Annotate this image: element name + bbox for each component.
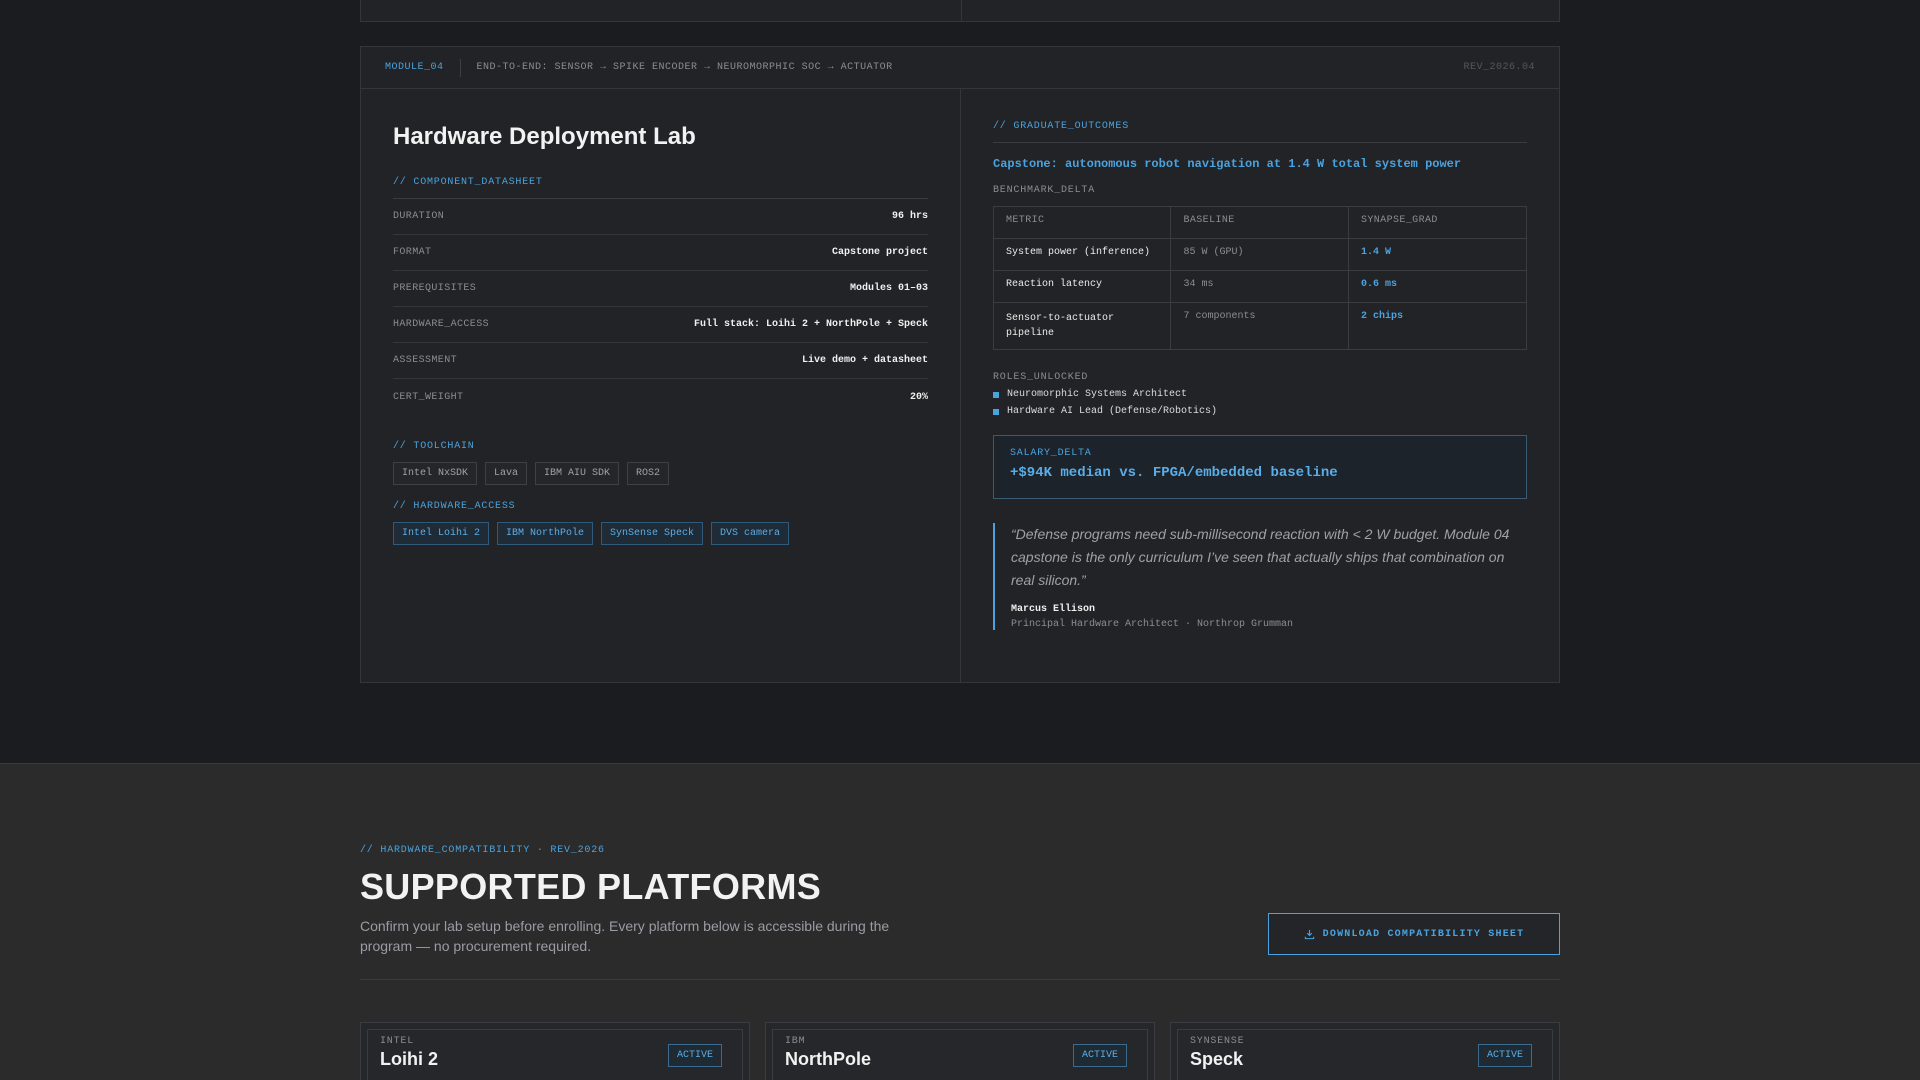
- toolchain-chip: Lava: [485, 462, 528, 485]
- role-item: Neuromorphic Systems Architect: [993, 389, 1527, 400]
- component-datasheet: DURATION 96 hrs FORMAT Capstone project PR…: [393, 198, 928, 415]
- hardware-chip: DVS camera: [711, 522, 790, 545]
- quote-author: Marcus Ellison: [1011, 604, 1096, 615]
- table-row: Sensor-to-actuator pipeline 7 components…: [992, 302, 1528, 350]
- datasheet-row: CERT_WEIGHT 20%: [393, 379, 928, 415]
- baseline-cell: 85 W (GPU): [1170, 238, 1349, 271]
- metric-cell: Reaction latency: [992, 270, 1172, 303]
- platforms-description: Confirm your lab setup before enrolling.…: [360, 918, 890, 954]
- datasheet-key: ASSESSMENT: [393, 355, 458, 366]
- download-icon: [1304, 929, 1314, 939]
- bullet-square-icon: [993, 391, 999, 398]
- module-pipeline-path: END-TO-END: SENSOR → SPIKE ENCODER → NEU…: [476, 62, 893, 73]
- table-header-row: METRIC BASELINE SYNAPSE_GRAD: [992, 206, 1528, 239]
- module-details: Hardware Deployment Lab // COMPONENT_DAT…: [361, 89, 961, 683]
- hardware-access-label: // HARDWARE_ACCESS: [393, 501, 516, 512]
- salary-value: +$94K median vs. FPGA/embedded baseline: [1010, 465, 1338, 481]
- toolchain-label: // TOOLCHAIN: [393, 441, 475, 452]
- baseline-cell: 34 ms: [1170, 270, 1349, 303]
- datasheet-value: Modules 01–03: [849, 283, 928, 294]
- hardware-chip: SynSense Speck: [601, 522, 704, 545]
- platforms-kicker: // HARDWARE_COMPATIBILITY · REV_2026: [360, 845, 605, 856]
- download-button-label: DOWNLOAD COMPATIBILITY SHEET: [1322, 928, 1525, 940]
- capstone-summary: Capstone: autonomous robot navigation at…: [993, 157, 1462, 171]
- role-label: Neuromorphic Systems Architect: [1007, 389, 1188, 400]
- previous-module-stub: [360, 0, 1560, 22]
- grad-cell: 1.4 W: [1347, 238, 1528, 271]
- datasheet-row: DURATION 96 hrs: [393, 199, 928, 235]
- platform-card-speck[interactable]: SYNSENSE Speck ACTIVE: [1170, 1022, 1560, 1080]
- datasheet-value: 96 hrs: [891, 211, 928, 222]
- datasheet-row: ASSESSMENT Live demo + datasheet: [393, 343, 928, 379]
- module-title: Hardware Deployment Lab: [393, 123, 696, 150]
- bullet-square-icon: [993, 408, 999, 415]
- toolchain-chips: Intel NxSDK Lava IBM AIU SDK ROS2: [393, 462, 928, 485]
- baseline-cell: 7 components: [1170, 302, 1349, 350]
- testimonial-quote: “Defense programs need sub-millisecond r…: [993, 523, 1527, 630]
- hardware-chip: Intel Loihi 2: [393, 522, 490, 545]
- column-header: SYNAPSE_GRAD: [1347, 206, 1528, 239]
- datasheet-key: HARDWARE_ACCESS: [393, 319, 490, 330]
- column-header: BASELINE: [1170, 206, 1349, 239]
- datasheet-value: Full stack: Loihi 2 + NorthPole + Speck: [693, 319, 928, 330]
- grad-cell: 0.6 ms: [1347, 270, 1528, 303]
- status-badge: ACTIVE: [1072, 1044, 1127, 1067]
- role-label: Hardware AI Lead (Defense/Robotics): [1007, 406, 1218, 417]
- datasheet-row: HARDWARE_ACCESS Full stack: Loihi 2 + Nor…: [393, 307, 928, 343]
- benchmark-label: BENCHMARK_DELTA: [993, 185, 1096, 196]
- toolchain-chip: ROS2: [627, 462, 670, 485]
- datasheet-row: FORMAT Capstone project: [393, 235, 928, 271]
- download-compatibility-button[interactable]: DOWNLOAD COMPATIBILITY SHEET: [1268, 913, 1560, 955]
- hardware-chips: Intel Loihi 2 IBM NorthPole SynSense Spe…: [393, 522, 928, 545]
- benchmark-table: METRIC BASELINE SYNAPSE_GRAD System powe…: [992, 206, 1528, 350]
- metric-cell: Sensor-to-actuator pipeline: [992, 302, 1172, 350]
- roles-unlocked: ROLES_UNLOCKED Neuromorphic Systems Arch…: [993, 372, 1527, 417]
- platforms-title: SUPPORTED PLATFORMS: [360, 866, 822, 907]
- status-badge: ACTIVE: [667, 1044, 722, 1067]
- table-row: System power (inference) 85 W (GPU) 1.4 …: [992, 238, 1528, 271]
- module-revision: REV_2026.04: [1463, 62, 1535, 73]
- quote-text: “Defense programs need sub-millisecond r…: [1011, 526, 1510, 588]
- datasheet-row: PREREQUISITES Modules 01–03: [393, 271, 928, 307]
- platform-cards: INTEL Loihi 2 ACTIVE IBM NorthPole ACTIV…: [360, 1022, 1566, 1080]
- platform-card-loihi[interactable]: INTEL Loihi 2 ACTIVE: [360, 1022, 750, 1080]
- quote-author-role: Principal Hardware Architect · Northrop …: [1011, 619, 1294, 630]
- datasheet-value: Live demo + datasheet: [801, 355, 928, 366]
- datasheet-key: PREREQUISITES: [393, 283, 477, 294]
- supported-platforms-section: // HARDWARE_COMPATIBILITY · REV_2026 SUP…: [0, 763, 1920, 1080]
- datasheet-value: Capstone project: [831, 247, 928, 258]
- platform-card-northpole[interactable]: IBM NorthPole ACTIVE: [765, 1022, 1155, 1080]
- roles-label: ROLES_UNLOCKED: [993, 372, 1089, 383]
- datasheet-key: FORMAT: [393, 247, 432, 258]
- module-card: MODULE_04 END-TO-END: SENSOR → SPIKE ENC…: [360, 46, 1560, 683]
- module-header: MODULE_04 END-TO-END: SENSOR → SPIKE ENC…: [361, 47, 1559, 89]
- metric-cell: System power (inference): [992, 238, 1172, 271]
- role-item: Hardware AI Lead (Defense/Robotics): [993, 406, 1527, 417]
- toolchain-chip: IBM AIU SDK: [535, 462, 620, 485]
- graduate-outcomes: // GRADUATE_OUTCOMES Capstone: autonomou…: [961, 89, 1559, 683]
- datasheet-value: 20%: [909, 391, 928, 403]
- column-header: METRIC: [992, 206, 1172, 239]
- datasheet-key: CERT_WEIGHT: [393, 391, 464, 403]
- datasheet-key: DURATION: [393, 211, 445, 222]
- outcomes-label: // GRADUATE_OUTCOMES: [993, 121, 1130, 132]
- salary-delta-box: SALARY_DELTA +$94K median vs. FPGA/embed…: [993, 435, 1527, 499]
- toolchain-chip: Intel NxSDK: [393, 462, 478, 485]
- datasheet-label: // COMPONENT_DATASHEET: [393, 177, 543, 188]
- hardware-chip: IBM NorthPole: [497, 522, 594, 545]
- salary-label: SALARY_DELTA: [1010, 448, 1092, 459]
- status-badge: ACTIVE: [1477, 1044, 1532, 1067]
- module-id: MODULE_04: [385, 58, 461, 77]
- table-row: Reaction latency 34 ms 0.6 ms: [992, 270, 1528, 303]
- grad-cell: 2 chips: [1347, 302, 1528, 350]
